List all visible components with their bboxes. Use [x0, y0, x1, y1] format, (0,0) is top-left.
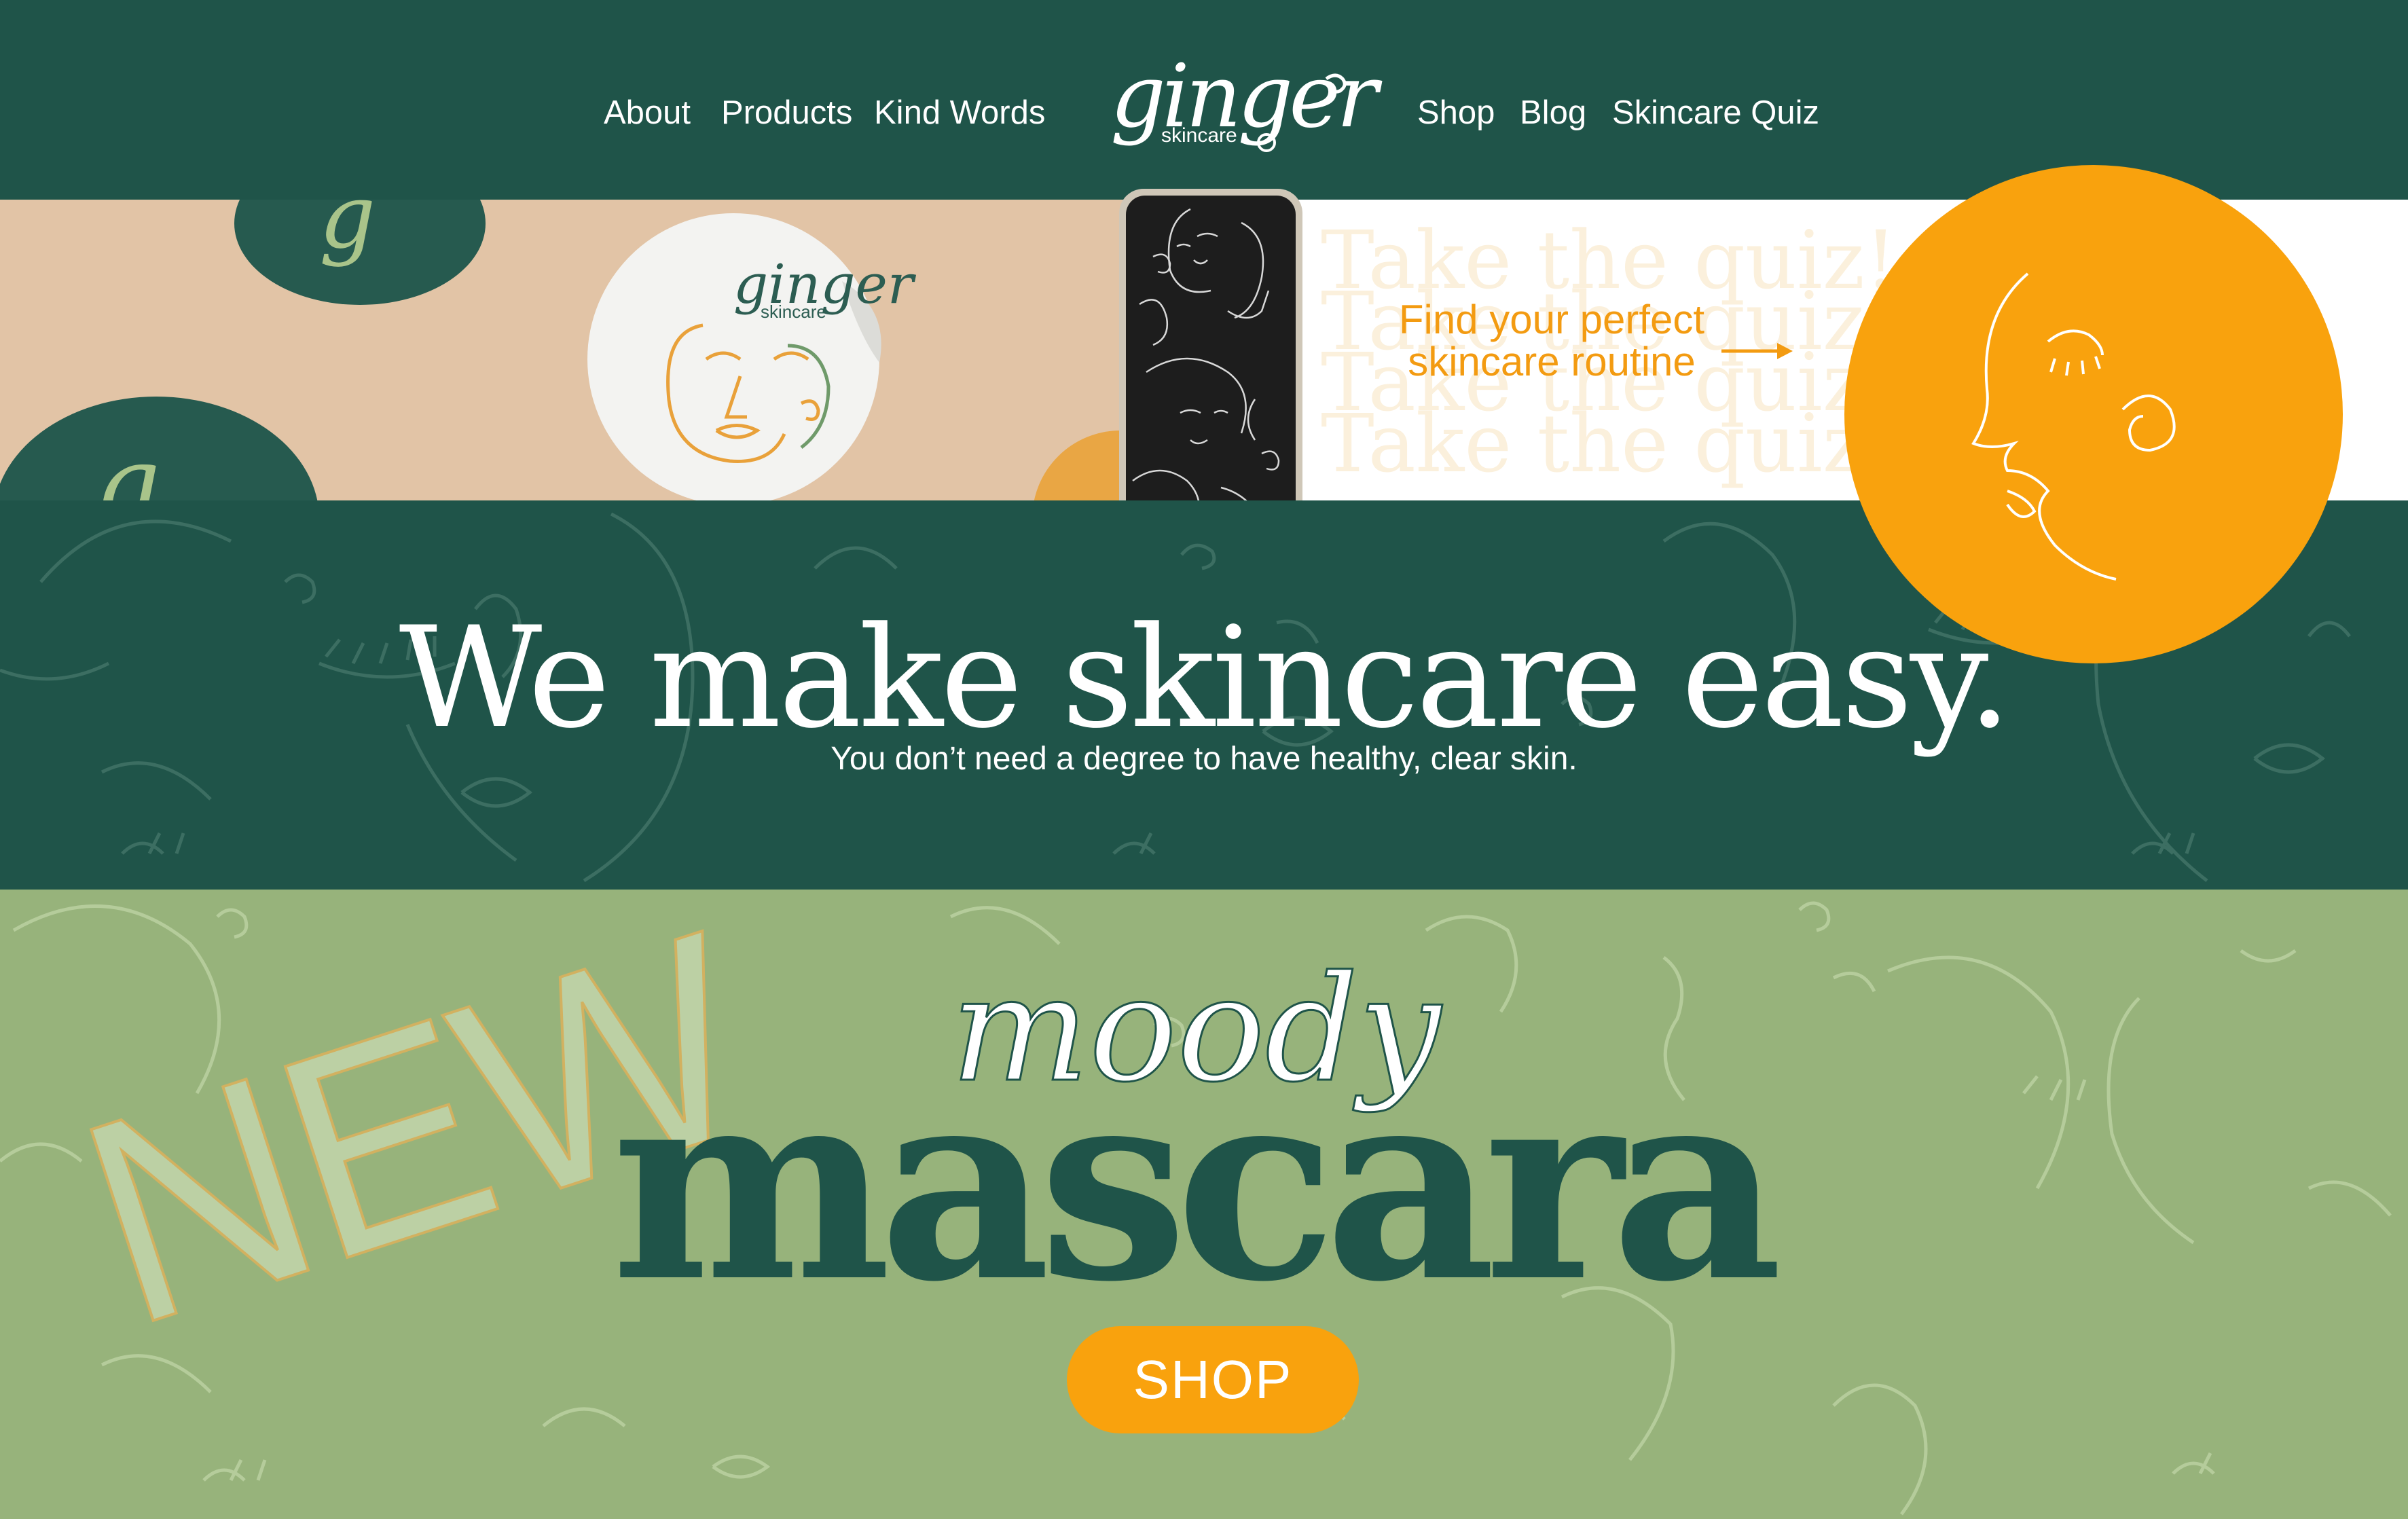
nav-link-shop[interactable]: Shop — [1417, 94, 1495, 132]
product-photo-illustration: g g — [0, 200, 1137, 500]
phone-line-art-pattern — [1132, 208, 1280, 529]
hero-subheadline: You don’t need a degree to have healthy,… — [831, 741, 1577, 777]
quiz-cta-line2: skincare routine — [1408, 339, 1696, 384]
nav-link-blog[interactable]: Blog — [1520, 94, 1586, 132]
quiz-cta-line1: Find your perfect — [1398, 297, 1705, 342]
phone-screen — [1126, 196, 1296, 550]
nav-link-kind-words[interactable]: Kind Words — [874, 94, 1045, 132]
shop-button[interactable]: SHOP — [1067, 1326, 1359, 1433]
moody-label: moody — [950, 943, 1442, 1116]
site-logo[interactable]: ginger skincare — [1110, 46, 1378, 155]
quiz-watermark-4: Take the quiz! — [1321, 397, 1897, 490]
product-photo-banner: g g ginger skincare — [0, 200, 1137, 500]
nav-link-skincare-quiz[interactable]: Skincare Quiz — [1612, 94, 1819, 132]
logo-swirl-icon — [1257, 73, 1347, 152]
quiz-cta-text[interactable]: Find your perfect skincare routine — [1341, 299, 1762, 383]
face-profile-icon — [1971, 272, 2176, 581]
svg-text:g: g — [95, 425, 160, 500]
arrow-right-icon[interactable] — [1721, 337, 1796, 365]
quiz-face-circle[interactable] — [1844, 165, 2343, 663]
svg-text:g: g — [319, 200, 376, 268]
sticker-logo-subtitle: skincare — [761, 301, 826, 322]
hero-headline: We make skincare easy. — [399, 598, 2012, 759]
nav-link-about[interactable]: About — [604, 94, 691, 132]
nav-link-products[interactable]: Products — [721, 94, 852, 132]
